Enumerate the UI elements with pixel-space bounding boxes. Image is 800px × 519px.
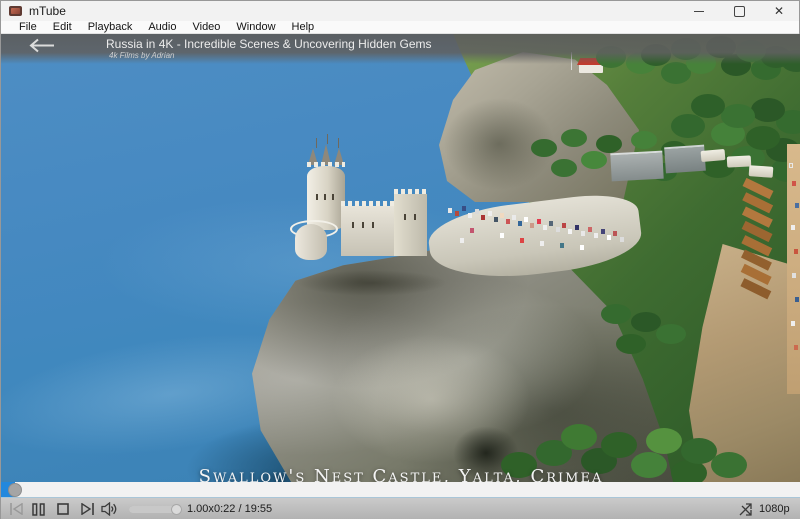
bush-cluster — [601, 304, 631, 324]
control-bar: 1.00x 0:22 / 19:55 1080p — [1, 498, 800, 519]
pause-icon — [32, 502, 45, 516]
previous-track-icon — [10, 503, 23, 515]
window-controls: ✕ — [679, 1, 799, 21]
beach-people-dots — [790, 164, 792, 167]
pavilion — [579, 64, 603, 73]
menu-video[interactable]: Video — [192, 21, 220, 34]
castle-window — [404, 214, 406, 220]
building — [664, 144, 706, 174]
building — [610, 150, 664, 182]
castle-mast — [327, 134, 328, 144]
menu-bar: File Edit Playback Audio Video Window He… — [1, 21, 799, 34]
volume-thumb[interactable] — [171, 503, 182, 515]
previous-track-button[interactable] — [9, 498, 24, 519]
tent-canopy — [748, 165, 774, 178]
castle-keep — [341, 206, 399, 256]
castle-window — [352, 222, 354, 228]
stop-button[interactable] — [57, 498, 69, 519]
maximize-button[interactable] — [719, 1, 759, 21]
rock-shadow — [439, 94, 559, 194]
tent-canopy — [700, 148, 726, 163]
close-icon: ✕ — [773, 4, 785, 18]
volume-track[interactable] — [129, 503, 182, 515]
app-icon — [9, 6, 22, 16]
tree-cluster — [691, 94, 725, 118]
speaker-icon — [101, 502, 117, 516]
volume-fill — [129, 503, 182, 515]
back-arrow-icon[interactable] — [27, 38, 57, 53]
seek-thumb[interactable] — [8, 483, 23, 497]
tent-canopy — [726, 155, 752, 168]
minimize-icon — [694, 10, 704, 12]
castle-mast — [316, 138, 317, 148]
minimize-button[interactable] — [679, 1, 719, 21]
swallows-nest-castle — [290, 134, 444, 284]
app-window: mTube ✕ File Edit Playback Audio Video W… — [0, 0, 800, 519]
castle-east-tower — [394, 194, 427, 256]
castle-window — [332, 194, 334, 200]
video-title: Russia in 4K - Incredible Scenes & Uncov… — [106, 37, 432, 51]
menu-edit[interactable]: Edit — [53, 21, 72, 34]
castle-shadow — [297, 270, 447, 296]
playback-speed: 1.00x — [187, 503, 214, 515]
castle-window — [324, 194, 326, 200]
menu-help[interactable]: Help — [292, 21, 315, 34]
menu-file[interactable]: File — [19, 21, 37, 34]
castle-window — [362, 222, 364, 228]
video-caption: Swallow's Nest Castle, Yalta, Crimea — [198, 466, 604, 482]
maximize-icon — [733, 5, 745, 17]
volume-button[interactable] — [101, 498, 118, 519]
stop-icon — [57, 503, 69, 515]
menu-window[interactable]: Window — [236, 21, 275, 34]
next-track-button[interactable] — [80, 498, 95, 519]
fullscreen-button[interactable] — [738, 498, 753, 519]
next-track-icon — [81, 503, 94, 515]
pause-button[interactable] — [32, 498, 45, 519]
castle-window — [316, 194, 318, 200]
castle-window — [414, 214, 416, 220]
video-channel: 4k Films by Adrian — [109, 51, 175, 60]
castle-mast — [338, 138, 339, 148]
beach-strip — [787, 144, 800, 394]
bush-cluster — [561, 424, 597, 450]
tree-cluster — [561, 129, 587, 147]
time-display: 0:22 / 19:55 — [214, 503, 273, 515]
seek-bar[interactable] — [1, 482, 800, 498]
quality-selector[interactable]: 1080p — [759, 498, 790, 519]
castle-window — [372, 222, 374, 228]
title-bar: mTube ✕ — [1, 1, 799, 21]
volume-slider[interactable] — [129, 498, 182, 519]
window-title: mTube — [29, 4, 66, 18]
video-surface[interactable]: Russia in 4K - Incredible Scenes & Uncov… — [1, 34, 800, 482]
menu-audio[interactable]: Audio — [148, 21, 176, 34]
close-button[interactable]: ✕ — [759, 1, 799, 21]
castle-bastion — [295, 224, 327, 260]
fullscreen-expand-icon — [739, 502, 752, 516]
menu-playback[interactable]: Playback — [88, 21, 133, 34]
